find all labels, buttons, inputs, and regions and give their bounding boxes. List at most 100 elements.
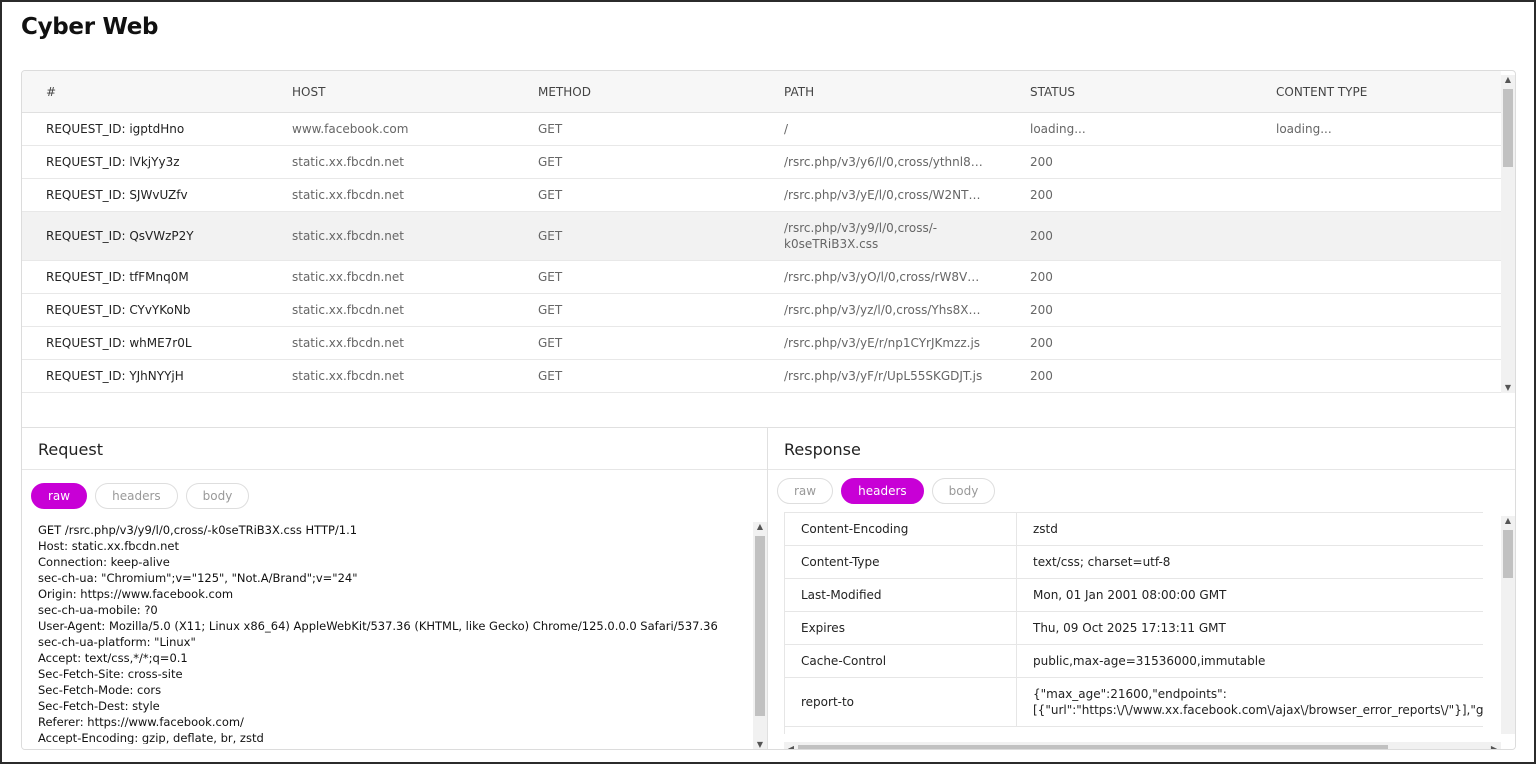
request-tab-body[interactable]: body	[185, 483, 250, 509]
scroll-down-arrow-icon[interactable]: ▼	[753, 740, 767, 749]
host-cell: static.xx.fbcdn.net	[292, 188, 404, 202]
header-key: report-to	[785, 678, 1017, 726]
header-key: Expires	[785, 612, 1017, 644]
request-table: # HOST METHOD PATH STATUS CONTENT TYPE R…	[22, 71, 1501, 394]
request-id-cell: REQUEST_ID: igptdHno	[46, 122, 185, 136]
request-pane: Request raw headers body GET /rsrc.php/v…	[22, 427, 768, 749]
host-cell: static.xx.fbcdn.net	[292, 270, 404, 284]
request-id-cell: REQUEST_ID: tfFMnq0M	[46, 270, 189, 284]
scroll-up-arrow-icon[interactable]: ▲	[1501, 75, 1515, 85]
method-cell: GET	[538, 369, 563, 383]
table-row[interactable]: REQUEST_ID: CYvYKoNb static.xx.fbcdn.net…	[22, 294, 1501, 327]
path-cell: /rsrc.php/v3/yO/l/0,cross/rW8VkM…	[784, 261, 984, 293]
header-row: Last-Modified Mon, 01 Jan 2001 08:00:00 …	[785, 579, 1483, 612]
status-cell: 200	[1030, 229, 1053, 243]
method-cell: GET	[538, 336, 563, 350]
header-row: Cache-Control public,max-age=31536000,im…	[785, 645, 1483, 678]
method-cell: GET	[538, 303, 563, 317]
request-raw-text[interactable]: GET /rsrc.php/v3/y9/l/0,cross/-k0seTRiB3…	[38, 522, 752, 744]
path-text: /rsrc.php/v3/yE/l/0,cross/W2NTZC…	[784, 188, 984, 202]
host-cell: www.facebook.com	[292, 122, 409, 136]
host-cell: static.xx.fbcdn.net	[292, 229, 404, 243]
path-text: /rsrc.php/v3/y6/l/0,cross/ythnl8U_…	[784, 155, 984, 169]
column-header-host[interactable]: HOST	[292, 71, 532, 112]
header-value: zstd	[1033, 522, 1058, 536]
path-cell: /rsrc.php/v3/y9/l/0,cross/- k0seTRiB3X.c…	[784, 221, 938, 251]
scroll-down-arrow-icon[interactable]: ▼	[1501, 383, 1515, 393]
scroll-right-arrow-icon[interactable]: ▶	[1487, 744, 1501, 749]
path-cell: /rsrc.php/v3/y6/l/0,cross/ythnl8U_…	[784, 146, 984, 178]
method-cell: GET	[538, 188, 563, 202]
host-cell: static.xx.fbcdn.net	[292, 369, 404, 383]
table-row[interactable]: REQUEST_ID: YJhNYYjH static.xx.fbcdn.net…	[22, 360, 1501, 393]
header-value: {"max_age":21600,"endpoints": [{"url":"h…	[1033, 687, 1483, 717]
column-header-content-type[interactable]: CONTENT TYPE	[1276, 71, 1496, 112]
response-tab-raw[interactable]: raw	[777, 478, 834, 504]
path-text: /rsrc.php/v3/yz/l/0,cross/Yhs8XvB…	[784, 303, 984, 317]
header-value: Mon, 01 Jan 2001 08:00:00 GMT	[1033, 588, 1227, 602]
status-cell: 200	[1030, 270, 1053, 284]
scrollbar-thumb[interactable]	[1503, 530, 1513, 578]
response-horizontal-scrollbar[interactable]: ◀ ▶	[784, 742, 1501, 749]
request-id-cell: REQUEST_ID: SJWvUZfv	[46, 188, 188, 202]
app-title: Cyber Web	[21, 14, 159, 40]
table-row[interactable]: REQUEST_ID: lVkjYy3z static.xx.fbcdn.net…	[22, 146, 1501, 179]
scroll-up-arrow-icon[interactable]: ▲	[1501, 516, 1515, 526]
main-panel: # HOST METHOD PATH STATUS CONTENT TYPE R…	[21, 70, 1516, 750]
scrollbar-thumb[interactable]	[798, 745, 1388, 749]
app-window: Cyber Web # HOST METHOD PATH STATUS CONT…	[2, 2, 1534, 762]
method-cell: GET	[538, 155, 563, 169]
table-row[interactable]: REQUEST_ID: tfFMnq0M static.xx.fbcdn.net…	[22, 261, 1501, 294]
content-type-cell	[1276, 146, 1496, 178]
header-key: Content-Encoding	[785, 513, 1017, 545]
request-id-cell: REQUEST_ID: lVkjYy3z	[46, 155, 180, 169]
status-cell: loading...	[1030, 122, 1086, 136]
table-row[interactable]: REQUEST_ID: SJWvUZfv static.xx.fbcdn.net…	[22, 179, 1501, 212]
table-row[interactable]: REQUEST_ID: igptdHno www.facebook.com GE…	[22, 113, 1501, 146]
scrollbar-thumb[interactable]	[755, 536, 765, 716]
column-header-path[interactable]: PATH	[784, 71, 984, 112]
column-header-method[interactable]: METHOD	[538, 71, 778, 112]
header-row: Expires Thu, 09 Oct 2025 17:13:11 GMT	[785, 612, 1483, 645]
request-id-cell: REQUEST_ID: YJhNYYjH	[46, 369, 184, 383]
column-header-id[interactable]: #	[46, 71, 286, 112]
response-tab-body[interactable]: body	[931, 478, 996, 504]
header-value: text/css; charset=utf-8	[1033, 555, 1171, 569]
header-key: Last-Modified	[785, 579, 1017, 611]
header-value: Thu, 09 Oct 2025 17:13:11 GMT	[1033, 621, 1226, 635]
content-type-cell	[1276, 212, 1496, 260]
response-pane: Response raw headers body Content-Encodi…	[768, 427, 1515, 749]
scrollbar-thumb[interactable]	[1503, 89, 1513, 167]
content-type-cell	[1276, 261, 1496, 293]
column-header-status[interactable]: STATUS	[1030, 71, 1270, 112]
method-cell: GET	[538, 229, 563, 243]
request-tabs: raw headers body	[31, 483, 250, 509]
table-vertical-scrollbar[interactable]: ▲ ▼	[1501, 75, 1515, 393]
header-row: Content-Encoding zstd	[785, 513, 1483, 546]
header-row: Content-Type text/css; charset=utf-8	[785, 546, 1483, 579]
path-text: /rsrc.php/v3/yE/r/np1CYrJKmzz.js	[784, 336, 981, 350]
response-vertical-scrollbar[interactable]: ▲	[1501, 516, 1515, 734]
scroll-up-arrow-icon[interactable]: ▲	[753, 522, 767, 532]
status-cell: 200	[1030, 155, 1053, 169]
response-headers-table: Content-Encoding zstd Content-Type text/…	[784, 512, 1483, 734]
scroll-left-arrow-icon[interactable]: ◀	[784, 744, 798, 749]
path-cell: /rsrc.php/v3/yE/r/np1CYrJKmzz.js	[784, 327, 984, 359]
host-cell: static.xx.fbcdn.net	[292, 155, 404, 169]
request-tab-raw[interactable]: raw	[31, 483, 88, 509]
content-type-cell	[1276, 179, 1496, 211]
table-header: # HOST METHOD PATH STATUS CONTENT TYPE	[22, 71, 1501, 113]
path-cell: /rsrc.php/v3/yz/l/0,cross/Yhs8XvB…	[784, 294, 984, 326]
request-vertical-scrollbar[interactable]: ▲ ▼	[753, 522, 767, 749]
table-row[interactable]: REQUEST_ID: whME7r0L static.xx.fbcdn.net…	[22, 327, 1501, 360]
status-cell: 200	[1030, 303, 1053, 317]
status-cell: 200	[1030, 336, 1053, 350]
content-type-cell	[1276, 327, 1496, 359]
request-tab-headers[interactable]: headers	[95, 483, 178, 509]
divider	[22, 469, 767, 470]
content-type-cell	[1276, 294, 1496, 326]
response-tab-headers[interactable]: headers	[841, 478, 924, 504]
content-type-cell: loading...	[1276, 122, 1332, 136]
path-text: /	[784, 122, 789, 136]
table-row-selected[interactable]: REQUEST_ID: QsVWzP2Y static.xx.fbcdn.net…	[22, 212, 1501, 261]
